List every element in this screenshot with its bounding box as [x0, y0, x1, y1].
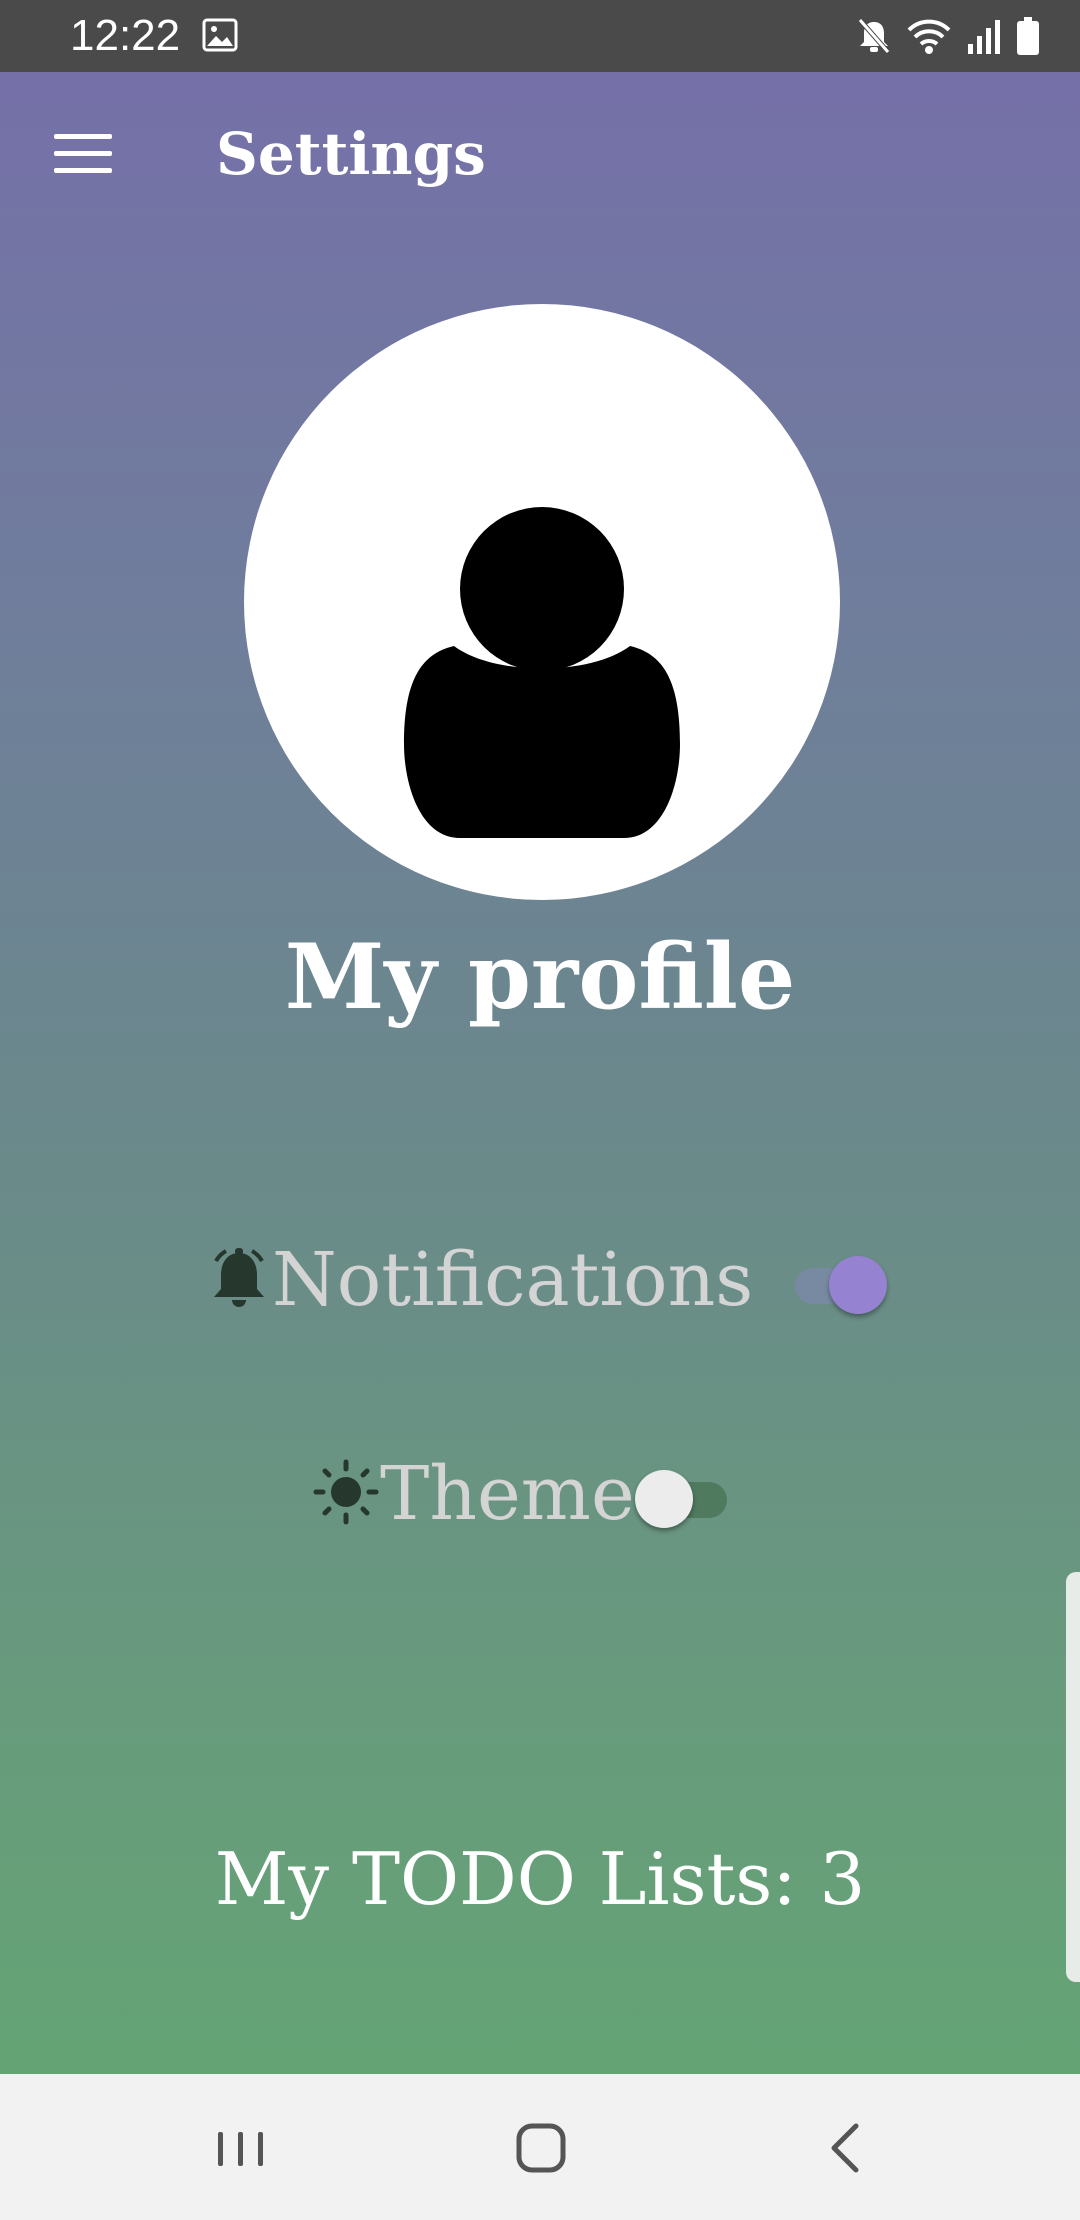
battery-icon [1016, 16, 1040, 56]
theme-toggle[interactable] [634, 1464, 735, 1528]
back-icon[interactable] [806, 2110, 886, 2186]
navigation-bar [0, 2074, 1080, 2220]
settings-screen: Settings My profile Notifications Theme … [0, 72, 1080, 2074]
theme-label: Theme [380, 1451, 635, 1537]
theme-setting: Theme [312, 1444, 735, 1544]
page-title: Settings [216, 120, 486, 188]
status-time: 12:22 [70, 11, 181, 60]
signal-icon [966, 16, 1002, 56]
sun-icon [312, 1458, 380, 1530]
notifications-toggle[interactable] [787, 1250, 888, 1314]
profile-title: My profile [284, 924, 796, 1030]
recents-icon[interactable] [200, 2110, 280, 2186]
notifications-label: Notifications [272, 1237, 754, 1323]
status-icons [856, 14, 1040, 58]
scroll-handle[interactable] [1066, 1572, 1080, 1982]
notifications-setting: Notifications [206, 1230, 888, 1330]
status-bar: 12:22 [0, 0, 1080, 72]
hamburger-menu-icon[interactable] [54, 132, 114, 176]
todo-lists-count[interactable]: My TODO Lists: 3 [0, 1824, 1080, 1934]
bell-icon [206, 1245, 272, 1315]
wifi-icon [906, 16, 952, 56]
user-avatar-icon[interactable] [244, 304, 840, 900]
home-icon[interactable] [502, 2110, 582, 2186]
mute-icon [856, 16, 892, 56]
gallery-icon [202, 18, 238, 52]
